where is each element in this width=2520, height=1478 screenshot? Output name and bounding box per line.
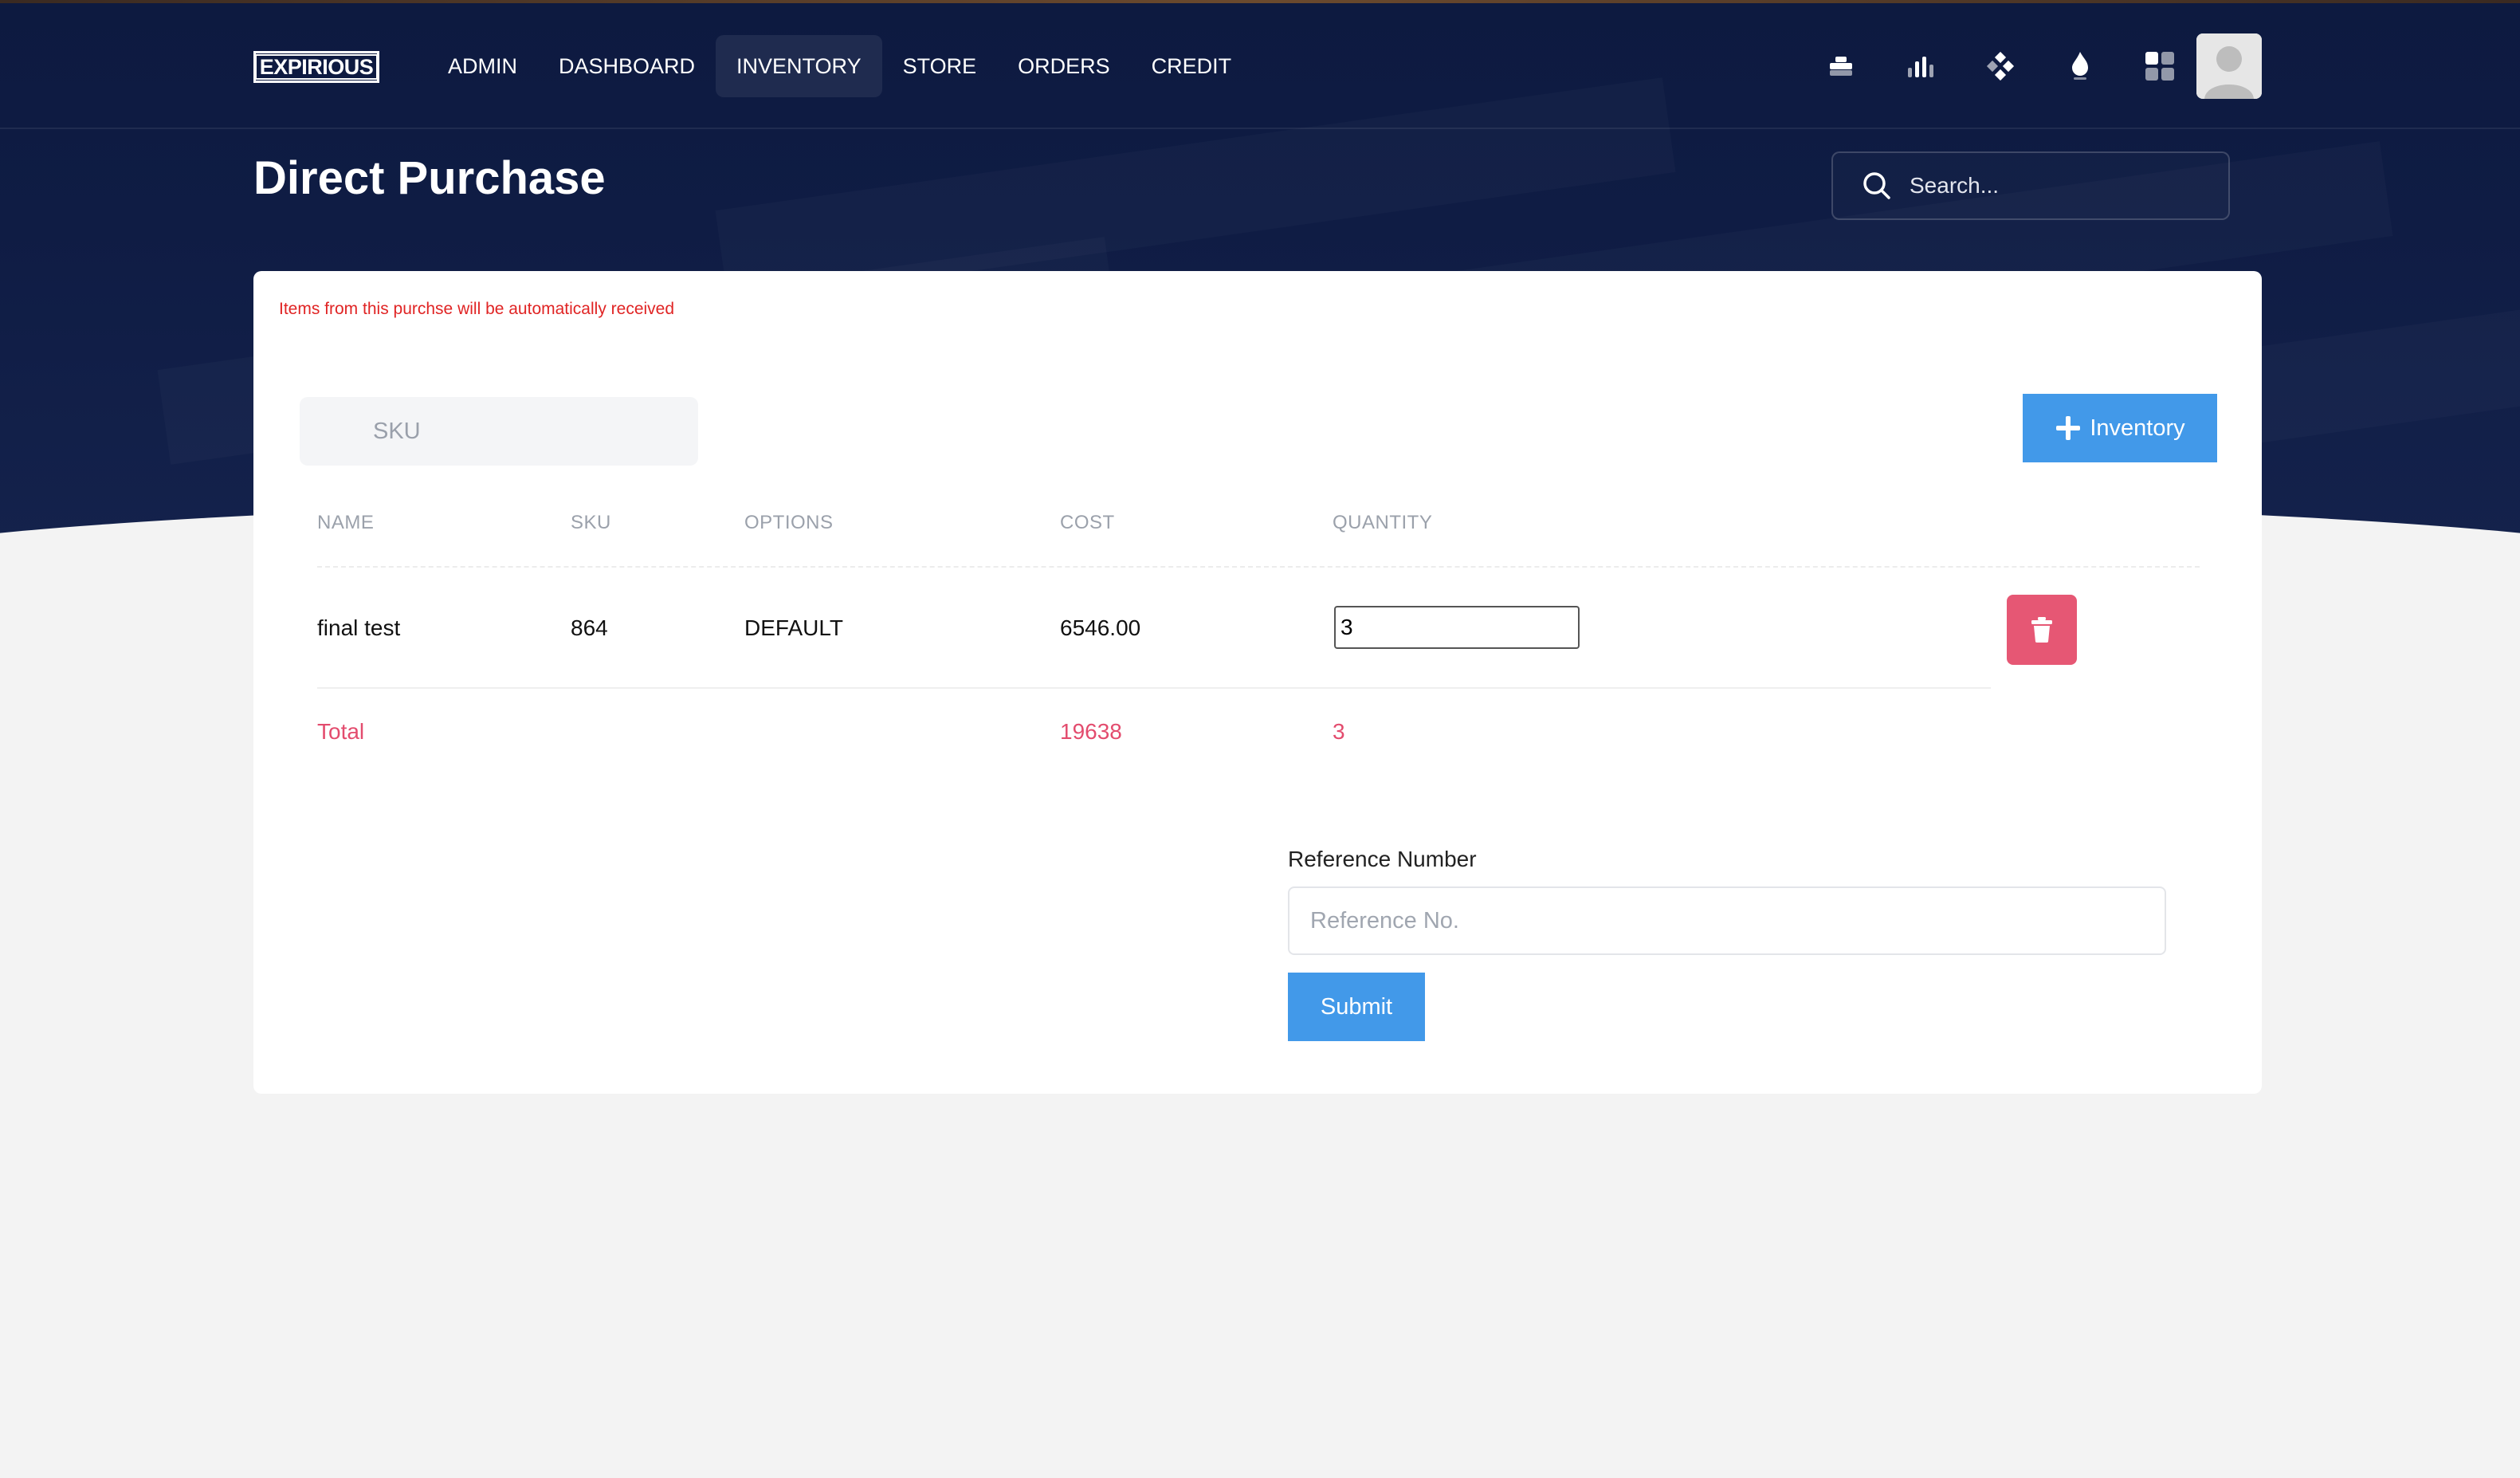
nav-item-store[interactable]: STORE bbox=[882, 35, 998, 97]
brand-logo-text: EXPIRIOUS bbox=[254, 54, 379, 80]
plus-icon bbox=[2056, 416, 2081, 440]
search-box bbox=[1831, 151, 2230, 220]
nav-icon-bar bbox=[1801, 35, 2200, 97]
total-label: Total bbox=[317, 719, 365, 744]
nav-item-inventory[interactable]: INVENTORY bbox=[716, 35, 882, 97]
add-inventory-label: Inventory bbox=[2090, 415, 2185, 441]
total-cost: 19638 bbox=[1060, 719, 1122, 744]
add-inventory-button[interactable]: Inventory bbox=[2023, 394, 2217, 462]
page-title: Direct Purchase bbox=[253, 152, 606, 204]
cell-name: final test bbox=[317, 615, 401, 640]
header-quantity: QUANTITY bbox=[1333, 512, 1433, 533]
cell-sku: 864 bbox=[571, 615, 608, 640]
table-header: NAME SKU OPTIONS COST QUANTITY bbox=[317, 494, 2200, 568]
direct-purchase-card: Items from this purchse will be automati… bbox=[253, 271, 2262, 1094]
navbar-divider bbox=[0, 128, 2520, 129]
user-avatar[interactable] bbox=[2196, 33, 2262, 99]
reference-number-input[interactable] bbox=[1288, 886, 2166, 955]
brand-logo[interactable]: EXPIRIOUS bbox=[253, 51, 379, 83]
main-nav: ADMIN DASHBOARD INVENTORY STORE ORDERS C… bbox=[427, 35, 1252, 97]
reference-number-label: Reference Number bbox=[1288, 847, 1477, 871]
toolbox-icon[interactable] bbox=[1801, 35, 1881, 97]
apps-grid-icon[interactable] bbox=[2120, 35, 2200, 97]
total-quantity: 3 bbox=[1333, 719, 1345, 744]
submit-button[interactable]: Submit bbox=[1288, 973, 1425, 1041]
bar-chart-icon[interactable] bbox=[1881, 35, 1961, 97]
total-row: Total 19638 3 bbox=[317, 689, 2200, 761]
cell-cost: 6546.00 bbox=[1060, 615, 1141, 640]
cell-options: DEFAULT bbox=[744, 615, 843, 640]
header-name: NAME bbox=[317, 512, 375, 533]
nav-item-dashboard[interactable]: DASHBOARD bbox=[538, 35, 716, 97]
nav-item-admin[interactable]: ADMIN bbox=[427, 35, 538, 97]
header-cost: COST bbox=[1060, 512, 1115, 533]
purchase-table: NAME SKU OPTIONS COST QUANTITY final tes… bbox=[317, 494, 2200, 761]
diamond-grid-icon[interactable] bbox=[1961, 35, 2040, 97]
table-row: final test 864 DEFAULT 6546.00 bbox=[317, 568, 2077, 689]
search-icon bbox=[1863, 172, 1890, 199]
delete-row-button[interactable] bbox=[2007, 595, 2077, 665]
sku-input[interactable] bbox=[300, 397, 698, 466]
flame-icon[interactable] bbox=[2040, 35, 2120, 97]
search-input[interactable] bbox=[1910, 173, 2212, 199]
quantity-input[interactable] bbox=[1334, 606, 1580, 649]
nav-item-orders[interactable]: ORDERS bbox=[997, 35, 1131, 97]
auto-receive-notice: Items from this purchse will be automati… bbox=[279, 300, 675, 318]
trash-icon bbox=[2031, 617, 2052, 643]
header-sku: SKU bbox=[571, 512, 611, 533]
nav-item-credit[interactable]: CREDIT bbox=[1131, 35, 1253, 97]
header-options: OPTIONS bbox=[744, 512, 834, 533]
